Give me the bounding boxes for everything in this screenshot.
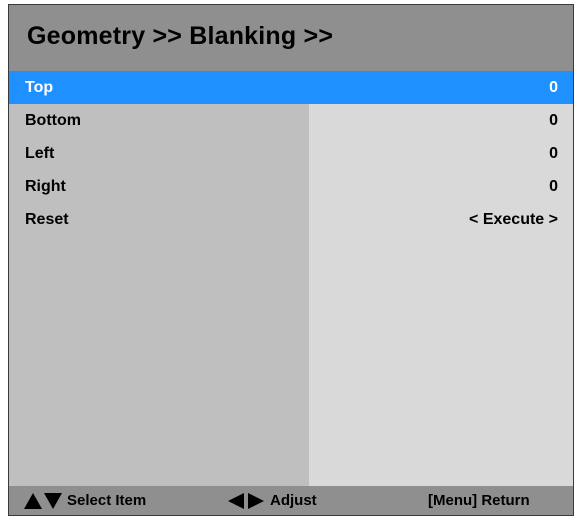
menu-item-left[interactable]: Left 0 [9,137,573,170]
up-down-triangle-icon [24,493,62,510]
menu-return-hint: [Menu] Return [428,492,530,509]
menu-item-right[interactable]: Right 0 [9,170,573,203]
menu-list: Top 0 Bottom 0 Left 0 Right 0 Reset < Ex… [9,71,573,486]
menu-item-value: 0 [549,178,558,195]
select-item-label: Select Item [67,492,147,509]
adjust-hint: Adjust [226,492,317,510]
menu-item-label: Left [25,145,55,162]
adjust-label: Adjust [270,492,317,509]
menu-item-label: Reset [25,211,69,228]
page-title: Geometry >> Blanking >> [27,22,334,50]
menu-item-value: 0 [549,112,558,129]
title-bar: Geometry >> Blanking >> [9,5,573,71]
execute-action[interactable]: < Execute > [469,211,558,229]
menu-item-value: 0 [549,79,558,96]
menu-item-value: 0 [549,145,558,162]
menu-item-label: Top [25,79,54,96]
menu-item-label: Right [25,178,66,195]
menu-item-reset[interactable]: Reset < Execute > [9,203,573,236]
menu-item-label: Bottom [25,112,81,129]
left-right-triangle-icon [228,493,264,510]
menu-item-top[interactable]: Top 0 [9,71,573,104]
footer-hint-bar: Select Item Adjust [Menu] Return [9,486,573,515]
menu-item-bottom[interactable]: Bottom 0 [9,104,573,137]
select-item-hint: Select Item [23,492,146,510]
osd-menu-window: Geometry >> Blanking >> Top 0 Bottom 0 L… [8,4,574,516]
